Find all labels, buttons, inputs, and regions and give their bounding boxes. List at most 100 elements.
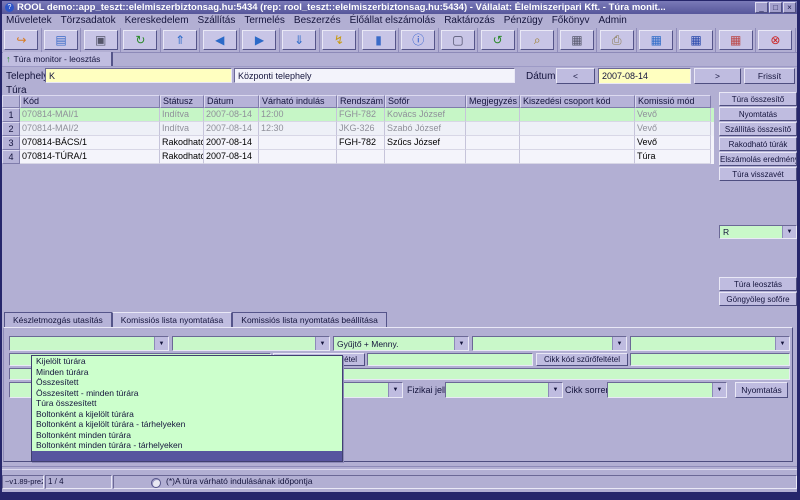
table-row[interactable]: 2 070814-MAI/2 Indítva 2007-08-14 12:30 … — [2, 122, 714, 136]
menu-item[interactable]: Szállítás — [198, 15, 236, 26]
chevron-down-icon[interactable]: ▼ — [612, 337, 626, 350]
date-prev-button[interactable]: < — [556, 68, 595, 84]
menu-item[interactable]: Termelés — [244, 15, 285, 26]
chevron-down-icon[interactable]: ▼ — [775, 337, 789, 350]
table-row[interactable]: 1 070814-MAI/1 Indítva 2007-08-14 12:00 … — [2, 108, 714, 122]
grid-header-varhato-indulas[interactable]: Várható indulás — [259, 95, 337, 108]
tab-tura-monitor[interactable]: ↑ Túra monitor - leosztás — [3, 52, 113, 66]
refresh-call-button[interactable]: ↻ — [123, 30, 157, 50]
note-radio[interactable] — [151, 478, 161, 488]
site-name-field[interactable] — [234, 68, 515, 83]
panel-dropdown-4[interactable]: ▼ — [472, 336, 627, 351]
bottom-tab[interactable]: Készletmozgás utasítás — [4, 312, 112, 327]
panel-dropdown-5[interactable]: ▼ — [630, 336, 790, 351]
save-button[interactable]: ▣ — [84, 30, 118, 50]
minimize-button[interactable]: _ — [755, 2, 768, 13]
dropdown-list-item[interactable]: Boltonként minden túrára - tárhelyeken — [32, 440, 342, 451]
first-record-button[interactable]: ⇑ — [163, 30, 197, 50]
tura-leosztas-button[interactable]: Túra leosztás — [719, 277, 797, 291]
gyujto-menny-dropdown[interactable]: Gyűjtő + Menny. ▼ — [333, 336, 469, 351]
dropdown-list-item[interactable]: Minden túrára — [32, 367, 342, 378]
grid-header-megjegyzes[interactable]: Megjegyzés — [466, 95, 520, 108]
search-button[interactable]: ⌕ — [520, 30, 554, 50]
menu-item[interactable]: Beszerzés — [294, 15, 341, 26]
menu-item[interactable]: Főkönyv — [552, 15, 590, 26]
fizikai-jelleg-dropdown[interactable]: ▼ — [445, 382, 563, 398]
prev-record-button[interactable]: ◀ — [203, 30, 237, 50]
execute-button[interactable]: ↯ — [322, 30, 356, 50]
dropdown-list-item[interactable]: Összesített — [32, 377, 342, 388]
table-export-button[interactable]: ▦ — [639, 30, 673, 50]
dropdown-list-item[interactable]: Boltonként a kijelölt túrára - tárhelyek… — [32, 419, 342, 430]
menu-item[interactable]: Raktározás — [444, 15, 495, 26]
elszamolas-eredmeny-button[interactable]: Elszámolás eredmény — [719, 152, 797, 166]
chevron-down-icon[interactable]: ▼ — [782, 226, 796, 238]
chevron-down-icon[interactable]: ▼ — [454, 337, 468, 350]
chevron-down-icon[interactable]: ▼ — [712, 383, 726, 397]
gongyoleg-sofore-button[interactable]: Göngyöleg sofőre — [719, 292, 797, 306]
status-separator — [2, 466, 797, 470]
grid-header-kod[interactable]: Kód — [20, 95, 160, 108]
cikk-sorrend-dropdown[interactable]: ▼ — [607, 382, 727, 398]
bottom-tab[interactable]: Komissiós lista nyomtatása — [112, 312, 233, 327]
form-button[interactable]: ▢ — [441, 30, 475, 50]
dropdown-list-item[interactable]: Kijelölt túrára — [32, 356, 342, 367]
menu-item[interactable]: Pénzügy — [504, 15, 543, 26]
side-dropdown[interactable]: R ▼ — [719, 225, 797, 239]
menu-item[interactable]: Admin — [599, 15, 627, 26]
bottom-tab[interactable]: Komissiós lista nyomtatás beállítása — [232, 312, 387, 327]
close-window-button[interactable]: ⊗ — [758, 30, 792, 50]
close-button[interactable]: × — [783, 2, 796, 13]
restore-button[interactable]: □ — [769, 2, 782, 13]
toolbar-cell: ⇓ — [280, 28, 320, 52]
panel-nyomtatas-button[interactable]: Nyomtatás — [735, 382, 788, 398]
table-row[interactable]: 4 070814-TÚRA/1 Rakodható 2007-08-14 Túr… — [2, 150, 714, 164]
chevron-down-icon[interactable]: ▼ — [315, 337, 329, 350]
cikk-filter-input-2[interactable] — [630, 353, 790, 366]
next-record-button[interactable]: ▶ — [242, 30, 276, 50]
chevron-down-icon[interactable]: ▼ — [154, 337, 168, 350]
refresh-button[interactable]: Frissít — [744, 68, 795, 84]
site-code-input[interactable] — [45, 68, 232, 83]
szallitas-osszesito-button[interactable]: Szállítás összesítő — [719, 122, 797, 136]
sync-button[interactable]: ↺ — [481, 30, 515, 50]
row-number: 4 — [2, 150, 20, 164]
dropdown-list-item[interactable]: Boltonként a kijelölt túrára — [32, 409, 342, 420]
date-input[interactable] — [598, 68, 691, 84]
grid-header-sofor[interactable]: Sofőr — [385, 95, 466, 108]
grid-header-rendszam[interactable]: Rendszám — [337, 95, 385, 108]
grid-header-komissio[interactable]: Komissió mód — [635, 95, 711, 108]
grid-header-kiszedesi[interactable]: Kiszedési csoport kód — [520, 95, 635, 108]
cikk-filter-input-1[interactable] — [367, 353, 533, 366]
dropdown-list-item[interactable]: Összesített - minden túrára — [32, 388, 342, 399]
table-row[interactable]: 3 070814-BÁCS/1 Rakodható 2007-08-14 FGH… — [2, 136, 714, 150]
table-button[interactable]: ▦ — [560, 30, 594, 50]
tura-visszavet-button[interactable]: Túra visszavét — [719, 167, 797, 181]
panel-dropdown-2[interactable]: ▼ — [172, 336, 330, 351]
dropdown-list-item[interactable]: Boltonként minden túrára — [32, 430, 342, 441]
rakodhato-turak-button[interactable]: Rakodható túrák — [719, 137, 797, 151]
last-record-button[interactable]: ⇓ — [282, 30, 316, 50]
table-delete-button[interactable]: ▦ — [719, 30, 753, 50]
print-button[interactable]: ⎙ — [600, 30, 634, 50]
tura-osszesito-button[interactable]: Túra összesítő — [719, 92, 797, 106]
chevron-down-icon[interactable]: ▼ — [548, 383, 562, 397]
menu-item[interactable]: Műveletek — [6, 15, 52, 26]
chevron-down-icon[interactable]: ▼ — [388, 383, 402, 397]
list-type-dropdown[interactable]: ▼ — [9, 336, 169, 351]
grid-header-statusz[interactable]: Státusz — [160, 95, 204, 108]
info-button[interactable]: ⓘ — [401, 30, 435, 50]
dropdown-list-selected-row[interactable] — [32, 451, 342, 461]
menu-item[interactable]: Élőállat elszámolás — [350, 15, 436, 26]
side-dropdown-value: R — [720, 227, 782, 237]
dropdown-list-item[interactable]: Túra összesített — [32, 398, 342, 409]
nyomtatas-button[interactable]: Nyomtatás — [719, 107, 797, 121]
menu-item[interactable]: Kereskedelem — [125, 15, 189, 26]
exit-button[interactable]: ↪ — [4, 30, 38, 50]
open-button[interactable]: ▤ — [44, 30, 78, 50]
grid-header-datum[interactable]: Dátum — [204, 95, 259, 108]
table-import-button[interactable]: ▦ — [679, 30, 713, 50]
date-next-button[interactable]: > — [694, 68, 741, 84]
menu-item[interactable]: Törzsadatok — [61, 15, 116, 26]
database-button[interactable]: ▮ — [362, 30, 396, 50]
